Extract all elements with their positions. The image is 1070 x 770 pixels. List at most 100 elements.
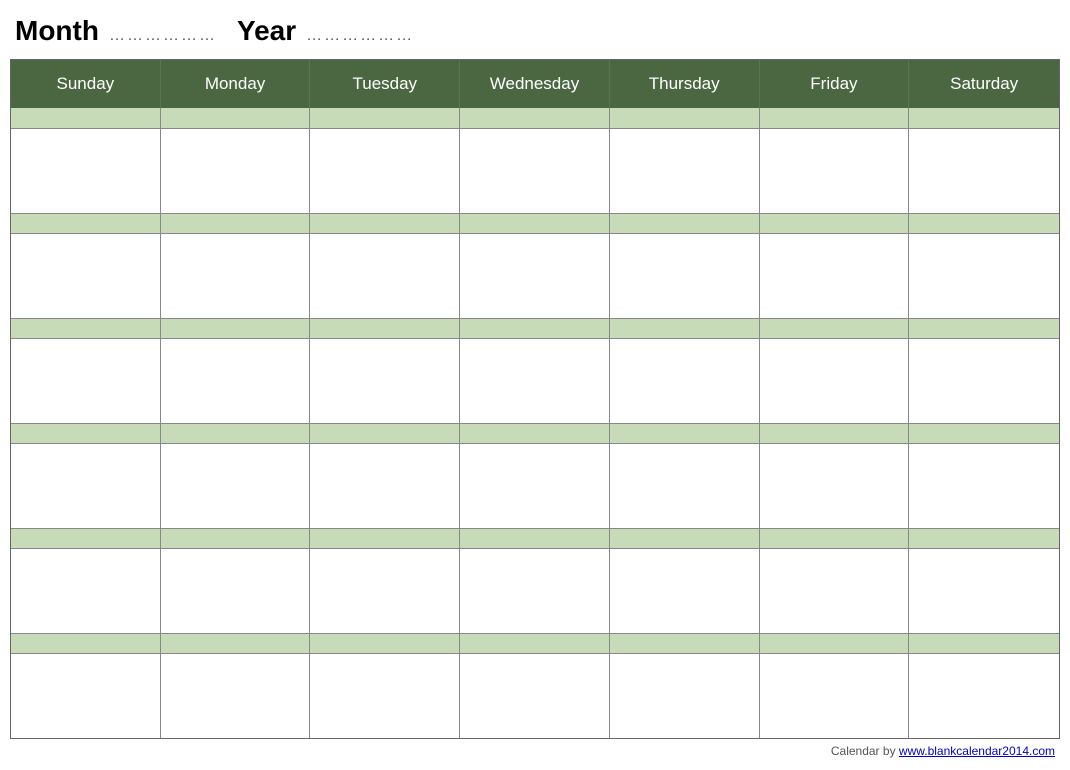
table-row [760,549,910,633]
table-row [610,319,760,338]
calendar-day-headers: Sunday Monday Tuesday Wednesday Thursday… [11,60,1059,108]
table-row [460,129,610,213]
table-row [460,339,610,423]
table-row [909,444,1059,528]
table-row [909,549,1059,633]
week-row-shade-4 [11,423,1059,443]
footer-label: Calendar by [831,744,899,758]
table-row [610,654,760,738]
table-row [610,234,760,318]
table-row [610,339,760,423]
table-row [11,444,161,528]
table-row [610,108,760,128]
table-row [610,549,760,633]
week-row-6 [11,653,1059,738]
table-row [610,129,760,213]
table-row [460,424,610,443]
table-row [161,529,311,548]
page-container: Month ……………… Year ……………… Sunday Monday T… [0,0,1070,770]
table-row [11,108,161,128]
table-row [909,129,1059,213]
table-row [460,444,610,528]
week-row-1 [11,128,1059,213]
table-row [460,654,610,738]
table-row [460,234,610,318]
table-row [161,444,311,528]
table-row [909,339,1059,423]
table-row [760,339,910,423]
table-row [460,319,610,338]
table-row [760,529,910,548]
table-row [11,634,161,653]
table-row [11,654,161,738]
month-dots: ……………… [109,27,217,45]
table-row [11,339,161,423]
table-row [11,424,161,443]
week-row-shade-6 [11,633,1059,653]
table-row [460,108,610,128]
week-row-shade-2 [11,213,1059,233]
table-row [760,319,910,338]
header-wednesday: Wednesday [460,60,610,108]
table-row [909,424,1059,443]
week-row-5 [11,548,1059,633]
week-row-shade-5 [11,528,1059,548]
week-row-4 [11,443,1059,528]
table-row [760,214,910,233]
footer: Calendar by www.blankcalendar2014.com [10,739,1060,760]
table-row [909,214,1059,233]
header-monday: Monday [161,60,311,108]
month-label: Month [15,15,99,47]
table-row [161,108,311,128]
table-row [161,129,311,213]
table-row [760,234,910,318]
header-sunday: Sunday [11,60,161,108]
header-thursday: Thursday [610,60,760,108]
calendar-container: Sunday Monday Tuesday Wednesday Thursday… [10,59,1060,739]
year-dots: ……………… [306,27,414,45]
table-row [310,424,460,443]
table-row [909,319,1059,338]
table-row [310,108,460,128]
table-row [610,634,760,653]
table-row [161,214,311,233]
table-row [310,339,460,423]
table-row [460,634,610,653]
table-row [909,529,1059,548]
table-row [161,234,311,318]
table-row [760,654,910,738]
table-row [760,634,910,653]
table-row [11,234,161,318]
table-row [310,129,460,213]
table-row [310,214,460,233]
year-label: Year [237,15,296,47]
table-row [11,549,161,633]
week-row-3 [11,338,1059,423]
table-row [310,549,460,633]
table-row [760,424,910,443]
table-row [161,424,311,443]
table-row [610,424,760,443]
table-row [161,319,311,338]
calendar-header: Month ……………… Year ……………… [10,15,1060,47]
table-row [460,529,610,548]
table-row [610,214,760,233]
calendar-body [11,108,1059,738]
header-tuesday: Tuesday [310,60,460,108]
table-row [161,339,311,423]
week-row-shade-1 [11,108,1059,128]
table-row [909,634,1059,653]
table-row [161,634,311,653]
table-row [610,444,760,528]
table-row [310,319,460,338]
table-row [460,549,610,633]
footer-link[interactable]: www.blankcalendar2014.com [899,744,1055,758]
table-row [161,654,311,738]
week-row-shade-3 [11,318,1059,338]
table-row [610,529,760,548]
table-row [310,634,460,653]
table-row [760,108,910,128]
table-row [310,444,460,528]
table-row [909,654,1059,738]
table-row [310,654,460,738]
